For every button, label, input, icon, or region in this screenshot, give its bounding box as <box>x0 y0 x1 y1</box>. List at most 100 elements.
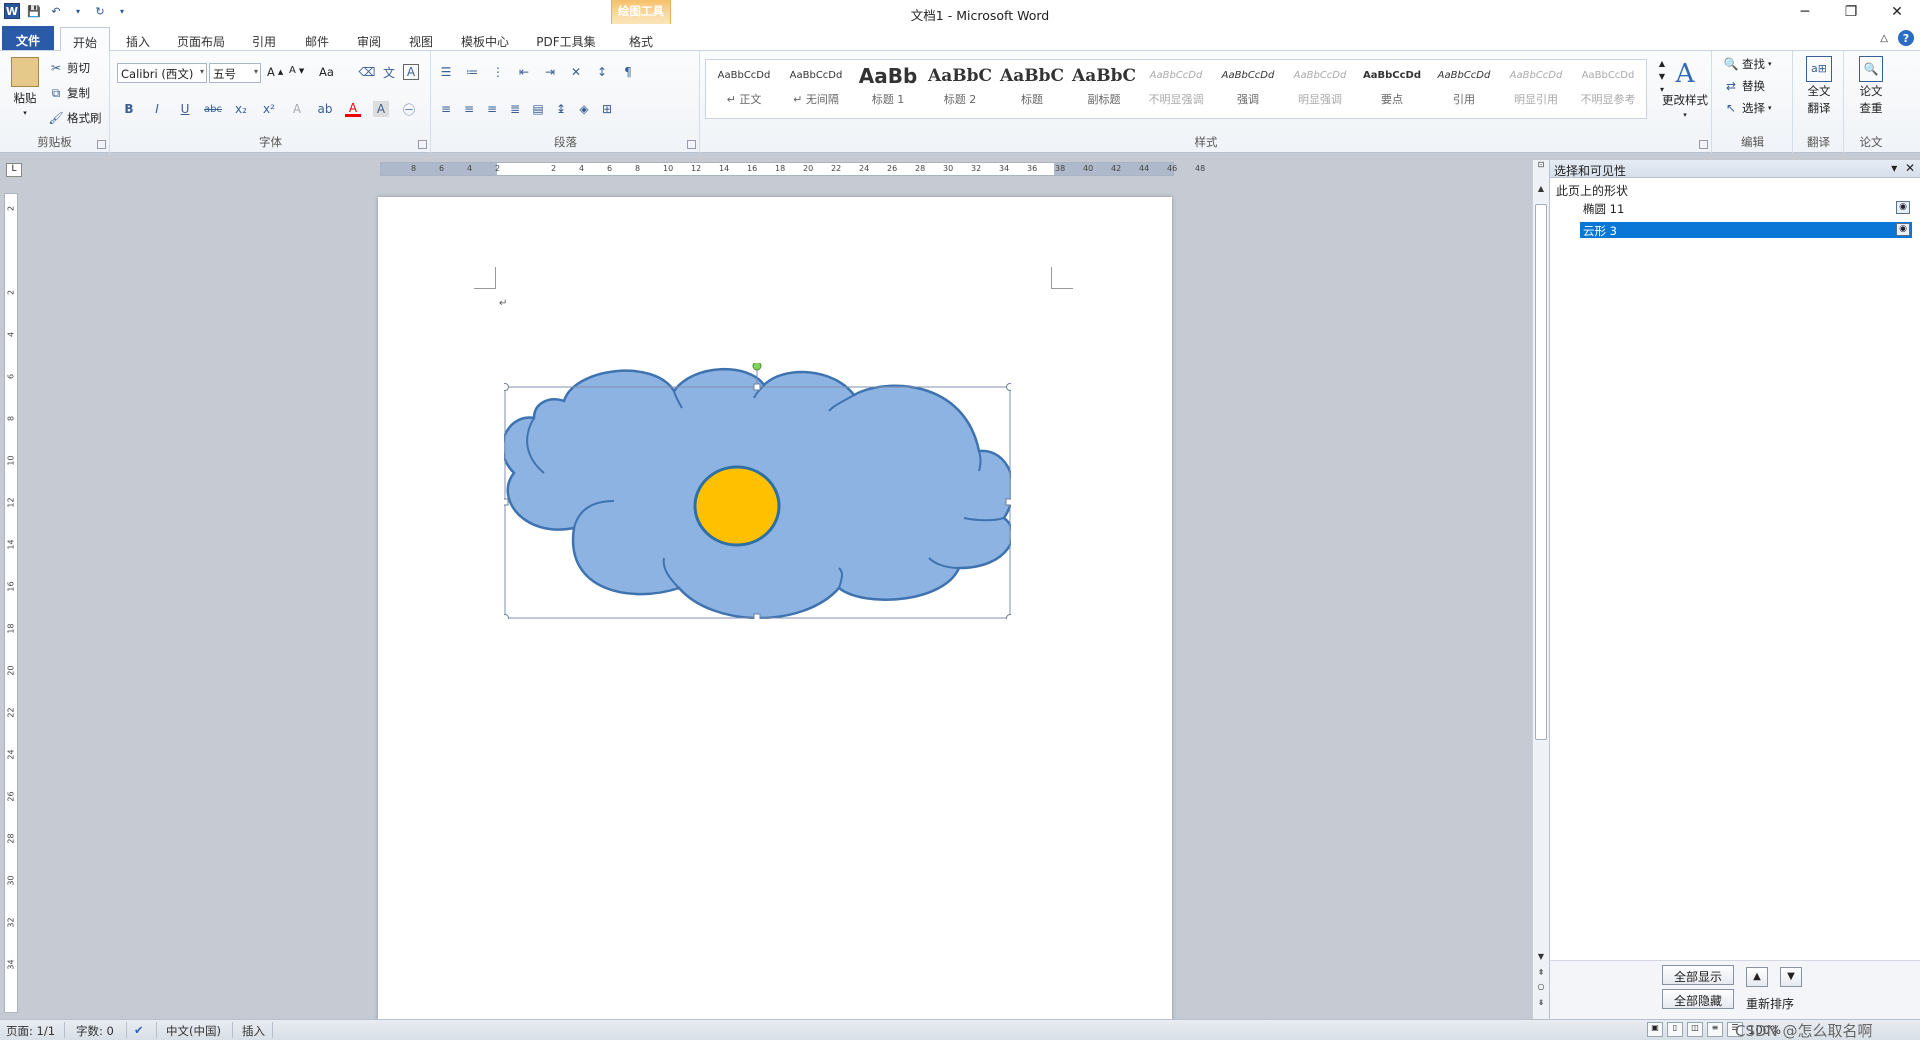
text-effects-icon[interactable]: A <box>289 101 305 117</box>
resize-handle-right[interactable] <box>1005 498 1011 506</box>
prev-page-icon[interactable]: ⇞ <box>1533 968 1549 977</box>
style-item[interactable]: AaBbCcDd 明显强调 <box>1285 61 1355 113</box>
distributed-icon[interactable]: ▤ <box>530 101 546 117</box>
resize-handle-top[interactable] <box>753 383 761 391</box>
style-item[interactable]: AaBbC 标题 2 <box>925 61 995 113</box>
document-page[interactable]: ↵ <box>378 197 1172 1019</box>
style-item[interactable]: AaBb 标题 1 <box>853 61 923 113</box>
resize-handle-bottom[interactable] <box>753 613 761 619</box>
italic-icon[interactable]: I <box>149 101 165 117</box>
highlight-icon[interactable]: ab <box>317 101 333 117</box>
style-item[interactable]: AaBbCcDd ↵ 无间隔 <box>781 61 851 113</box>
pane-item-ellipse[interactable]: 椭圆 11 ◉ <box>1580 200 1912 216</box>
shading-icon[interactable]: ◈ <box>576 101 592 117</box>
hide-all-button[interactable]: 全部隐藏 <box>1662 989 1734 1009</box>
scroll-up-icon[interactable]: ▲ <box>1533 184 1549 193</box>
horizontal-ruler[interactable]: 8 6 4 2 2 4 6 8 10 12 14 16 18 20 22 24 26 28 30 32 34 36 38 40… <box>380 162 1205 176</box>
resize-handle-tl[interactable] <box>504 383 509 391</box>
full-screen-reading-icon[interactable]: ▯ <box>1667 1022 1683 1037</box>
show-marks-icon[interactable]: ¶ <box>620 64 636 80</box>
replace-button[interactable]: ⇄ 替换 <box>1723 78 1765 94</box>
close-icon[interactable]: ✕ <box>1905 161 1915 175</box>
decrease-indent-icon[interactable]: ⇤ <box>516 64 532 80</box>
bring-forward-icon[interactable]: ▲ <box>1746 967 1768 987</box>
bold-icon[interactable]: B <box>121 101 137 117</box>
font-name-combo[interactable]: Calibri (西文) ▾ <box>117 63 207 83</box>
format-painter-button[interactable]: 🖌 格式刷 <box>48 110 101 126</box>
dialog-launcher-icon[interactable] <box>687 140 696 149</box>
select-button[interactable]: ↖ 选择 ▾ <box>1723 100 1772 116</box>
next-page-icon[interactable]: ⇟ <box>1533 998 1549 1007</box>
eye-icon[interactable]: ◉ <box>1896 201 1910 214</box>
change-case-button[interactable]: Aa <box>319 65 334 79</box>
line-spacing-icon[interactable]: ↨ <box>553 101 569 117</box>
tab-selector-icon[interactable]: L <box>6 163 22 177</box>
shrink-font-button[interactable]: A ▼ <box>289 65 304 76</box>
full-text-translate-button[interactable]: a⊞ 全文 翻译 <box>1800 56 1838 116</box>
bullets-icon[interactable]: ☰ <box>438 64 454 80</box>
selected-shapes[interactable] <box>504 363 1011 619</box>
multilevel-list-icon[interactable]: ⋮ <box>490 64 506 80</box>
ruler-toggle-icon[interactable]: ⊡ <box>1533 160 1549 169</box>
tab-template-center[interactable]: 模板中心 <box>455 27 515 51</box>
numbering-icon[interactable]: ≔ <box>464 64 480 80</box>
web-layout-icon[interactable]: ◫ <box>1687 1022 1703 1037</box>
resize-handle-bl[interactable] <box>504 614 509 620</box>
align-center-icon[interactable]: ≡ <box>461 101 477 117</box>
proofing-icon[interactable]: ✔ <box>134 1023 144 1037</box>
scroll-thumb[interactable] <box>1535 204 1547 740</box>
chinese-layout-icon[interactable]: ✕ <box>568 64 584 80</box>
grow-font-button[interactable]: A ▲ <box>267 65 283 79</box>
sort-icon[interactable]: ↕ <box>594 64 610 80</box>
paste-button[interactable]: 粘贴 ▾ <box>8 57 42 117</box>
tab-review[interactable]: 审阅 <box>349 27 389 51</box>
vertical-ruler[interactable]: 2 2 4 6 8 10 12 14 16 18 20 22 24 26 28 30 32 34 <box>4 193 18 1013</box>
style-item[interactable]: AaBbC 副标题 <box>1069 61 1139 113</box>
dialog-launcher-icon[interactable] <box>1699 140 1708 149</box>
paper-check-button[interactable]: 🔍 论文 查重 <box>1851 56 1891 116</box>
copy-button[interactable]: ⧉ 复制 <box>48 85 90 101</box>
tab-home[interactable]: 开始 <box>60 27 110 51</box>
resize-handle-tr[interactable] <box>1006 383 1012 391</box>
style-item[interactable]: AaBbCcDd 不明显强调 <box>1141 61 1211 113</box>
style-item[interactable]: AaBbCcDd ↵ 正文 <box>709 61 779 113</box>
phonetic-guide-icon[interactable]: 文 <box>381 64 397 80</box>
style-item[interactable]: AaBbCcDd 明显引用 <box>1501 61 1571 113</box>
close-button[interactable]: ✕ <box>1874 0 1920 24</box>
clear-format-icon[interactable]: ⌫ <box>359 64 376 80</box>
justify-icon[interactable]: ≣ <box>507 101 523 117</box>
pane-item-cloud[interactable]: 云形 3 ◉ <box>1580 222 1912 238</box>
print-layout-icon[interactable]: ▣ <box>1647 1022 1663 1037</box>
style-item[interactable]: AaBbCcDd 强调 <box>1213 61 1283 113</box>
outline-icon[interactable]: ≡ <box>1707 1022 1723 1037</box>
minimize-ribbon-icon[interactable]: △ <box>1880 33 1888 44</box>
align-right-icon[interactable]: ≡ <box>484 101 500 117</box>
scroll-down-icon[interactable]: ▼ <box>1533 952 1549 961</box>
insert-mode[interactable]: 插入 <box>242 1023 265 1039</box>
dialog-launcher-icon[interactable] <box>97 140 106 149</box>
page-count[interactable]: 页面: 1/1 <box>6 1023 55 1039</box>
cut-button[interactable]: ✂ 剪切 <box>48 60 90 76</box>
chevron-down-icon[interactable]: ▾ <box>1891 161 1897 175</box>
dialog-launcher-icon[interactable] <box>418 140 427 149</box>
tab-view[interactable]: 视图 <box>401 27 441 51</box>
char-border-icon[interactable]: A <box>403 64 419 80</box>
tab-file[interactable]: 文件 <box>2 26 54 50</box>
style-item[interactable]: AaBbC 标题 <box>997 61 1067 113</box>
subscript-icon[interactable]: x₂ <box>233 101 249 117</box>
align-left-icon[interactable]: ≡ <box>438 101 454 117</box>
change-styles-button[interactable]: A 更改样式 ▾ <box>1659 59 1711 119</box>
minimize-button[interactable]: ─ <box>1782 0 1828 24</box>
tab-format[interactable]: 格式 <box>612 27 670 51</box>
underline-icon[interactable]: U <box>177 101 193 117</box>
vertical-scrollbar[interactable]: ⊡ ▲ ▼ ⇞ ○ ⇟ <box>1532 160 1549 1019</box>
tab-mailings[interactable]: 邮件 <box>297 27 337 51</box>
font-color-icon[interactable]: A <box>345 101 361 117</box>
eye-icon[interactable]: ◉ <box>1896 223 1910 236</box>
restore-button[interactable]: ❐ <box>1828 0 1874 24</box>
increase-indent-icon[interactable]: ⇥ <box>542 64 558 80</box>
style-item[interactable]: AaBbCcDd 引用 <box>1429 61 1499 113</box>
tab-references[interactable]: 引用 <box>244 27 284 51</box>
borders-icon[interactable]: ⊞ <box>599 101 615 117</box>
language[interactable]: 中文(中国) <box>166 1023 221 1039</box>
